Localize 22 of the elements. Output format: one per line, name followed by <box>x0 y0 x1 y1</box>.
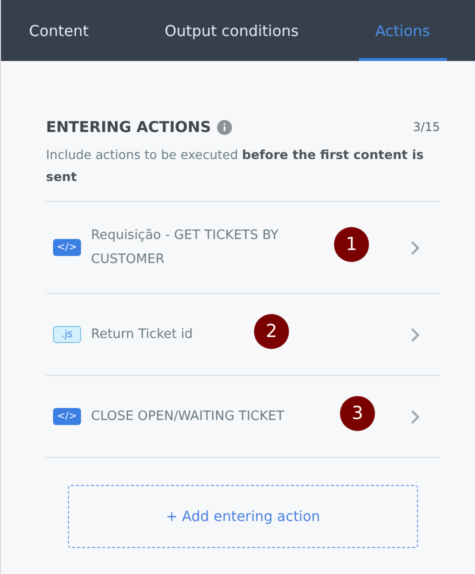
script-icon: .js <box>53 326 81 343</box>
action-label: Requisição - GET TICKETS BY CUSTOMER <box>91 226 280 268</box>
number-marker: 2 <box>254 314 289 348</box>
add-action-button[interactable]: + Add entering action <box>68 485 418 548</box>
chevron-right-icon <box>410 240 420 256</box>
action-item[interactable]: </> Requisição - GET TICKETS BY CUSTOMER 1 <box>46 202 440 294</box>
number-marker: 1 <box>334 226 369 262</box>
code-icon: </> <box>53 408 81 425</box>
chevron-right-icon <box>410 408 420 424</box>
number-marker: 3 <box>340 396 375 430</box>
chevron-right-icon <box>410 326 420 342</box>
action-count: 3/15 <box>413 120 440 134</box>
action-item[interactable]: </> CLOSE OPEN/WAITING TICKET 3 <box>46 376 440 458</box>
action-label: Return Ticket id <box>91 326 193 344</box>
info-icon[interactable] <box>217 120 232 134</box>
action-item[interactable]: .js Return Ticket id 2 <box>46 294 440 376</box>
action-label: CLOSE OPEN/WAITING TICKET <box>91 408 284 426</box>
code-icon: </> <box>53 239 81 256</box>
section-description: Include actions to be executed before the first content is sent <box>46 146 425 186</box>
section-title: ENTERING ACTIONS <box>46 118 212 136</box>
tab[interactable]: Content <box>29 3 89 61</box>
tab[interactable]: Output conditions <box>164 3 299 61</box>
